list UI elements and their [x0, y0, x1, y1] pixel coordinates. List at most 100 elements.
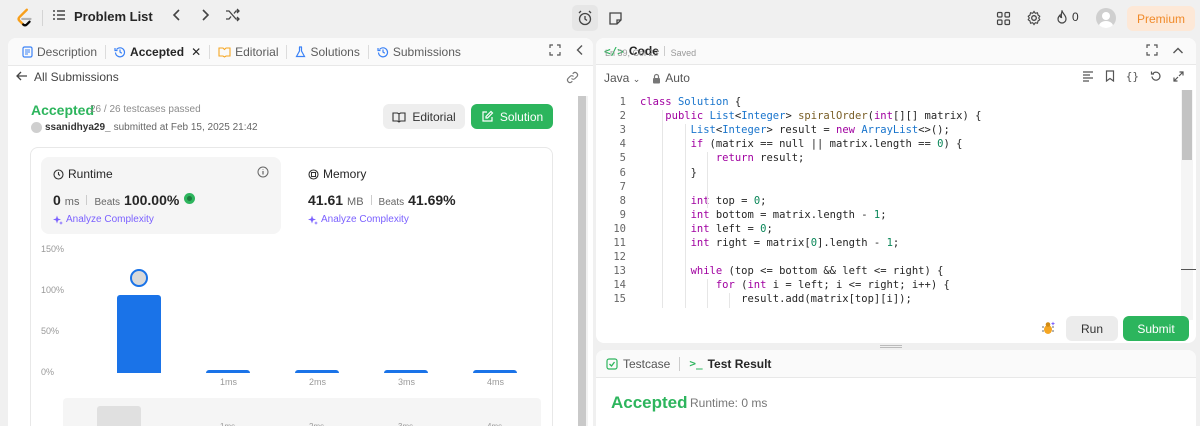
tab-test-result[interactable]: >_ Test Result: [689, 357, 771, 371]
saved-status: Saved: [670, 48, 697, 58]
code-line[interactable]: 1 class Solution {: [596, 96, 1181, 110]
tab-testcase[interactable]: Testcase: [606, 357, 670, 371]
code-line[interactable]: 6 }: [596, 167, 1181, 181]
code-line[interactable]: 3 List<Integer> result = new ArrayList<>…: [596, 124, 1181, 138]
y-tick-label: 150%: [41, 244, 65, 254]
tab-description[interactable]: Description: [16, 38, 103, 66]
debug-bug-icon[interactable]: [1040, 320, 1056, 336]
submitter-avatar[interactable]: [31, 122, 42, 133]
problem-list-nav: Problem List: [52, 8, 241, 25]
prev-problem-icon[interactable]: [171, 8, 183, 25]
all-submissions-link[interactable]: All Submissions: [16, 70, 119, 84]
shuffle-icon[interactable]: [225, 8, 241, 25]
code-text: class Solution {: [640, 96, 742, 108]
runtime-bar[interactable]: [117, 295, 161, 373]
document-icon: [22, 45, 33, 58]
editor-scrollbar-thumb[interactable]: [1182, 90, 1192, 160]
runtime-bar[interactable]: [295, 370, 339, 373]
runtime-stat[interactable]: Runtime 0 ms Beats 100.00% Analyze Compl…: [41, 157, 281, 234]
code-line[interactable]: 14 for (int i = left; i <= right; i++) {: [596, 279, 1181, 293]
tab-editorial[interactable]: Editorial: [212, 38, 284, 66]
code-panel: </> Code Java ⌄ Auto {} 1 class Solution…: [596, 38, 1196, 343]
fullscreen-icon[interactable]: [1173, 70, 1184, 85]
memory-label: Memory: [323, 167, 367, 181]
testcases-passed: 26 / 26 testcases passed: [90, 104, 201, 115]
code-line[interactable]: 5 return result;: [596, 152, 1181, 166]
list-icon[interactable]: [52, 8, 66, 25]
problem-list-link[interactable]: Problem List: [74, 9, 153, 24]
gear-icon: [1027, 10, 1041, 26]
line-number: 12: [613, 251, 626, 264]
terminal-icon: >_: [689, 357, 703, 370]
maximize-icon[interactable]: [549, 44, 561, 59]
next-problem-icon[interactable]: [199, 8, 211, 25]
note-icon: [608, 11, 622, 25]
user-avatar[interactable]: [1096, 8, 1116, 28]
stats-card: Runtime 0 ms Beats 100.00% Analyze Compl…: [30, 147, 553, 426]
code-line[interactable]: 11 int right = matrix[0].length - 1;: [596, 237, 1181, 251]
tab-submissions[interactable]: Submissions: [371, 38, 467, 66]
run-button[interactable]: Run: [1066, 316, 1118, 341]
bookmark-icon[interactable]: [1105, 70, 1115, 85]
tab-accepted[interactable]: Accepted ✕: [108, 38, 207, 66]
collapse-up-icon[interactable]: [1172, 44, 1184, 59]
analyze-complexity-memory[interactable]: Analyze Complexity: [308, 214, 409, 225]
maximize-icon[interactable]: [1146, 44, 1158, 59]
format-icon[interactable]: [1082, 70, 1094, 85]
range-selector-handle[interactable]: [97, 406, 141, 426]
your-submission-marker[interactable]: [130, 269, 148, 288]
submitted-time: submitted at Feb 15, 2025 21:42: [113, 122, 258, 133]
panel-resize-handle[interactable]: [880, 345, 902, 348]
code-text: int left = 0;: [690, 222, 773, 235]
memory-unit: MB: [347, 196, 364, 208]
runtime-label: Runtime: [68, 167, 113, 181]
code-line[interactable]: 2 public List<Integer> spiralOrder(int[]…: [596, 110, 1181, 124]
checkbox-icon: [606, 357, 618, 370]
auto-mode-toggle[interactable]: Auto: [652, 71, 690, 85]
solution-button[interactable]: Solution: [471, 104, 553, 129]
analyze-complexity-runtime[interactable]: Analyze Complexity: [53, 214, 154, 225]
streak-counter[interactable]: 0: [1056, 10, 1079, 24]
code-line[interactable]: 15 result.add(matrix[top][i]);: [596, 293, 1181, 307]
submitter-username[interactable]: ssanidhya29_: [45, 122, 111, 133]
runtime-value: 0: [53, 192, 61, 208]
tab-solutions[interactable]: Solutions: [289, 38, 365, 66]
braces-icon[interactable]: {}: [1126, 70, 1139, 85]
info-icon[interactable]: [257, 166, 269, 181]
code-editor[interactable]: 1 class Solution {2 public List<Integer> …: [596, 96, 1181, 308]
layout-button[interactable]: [993, 8, 1013, 28]
runtime-bar[interactable]: [473, 370, 517, 373]
submission-panel: Description Accepted ✕ Editorial Solutio…: [8, 38, 593, 426]
code-line[interactable]: 8 int top = 0;: [596, 195, 1181, 209]
submit-button[interactable]: Submit: [1123, 316, 1189, 341]
code-line[interactable]: 13 while (top <= bottom && left <= right…: [596, 265, 1181, 279]
code-line[interactable]: 9 int bottom = matrix.length - 1;: [596, 209, 1181, 223]
chip-icon: [308, 168, 319, 180]
timer-button[interactable]: [572, 5, 598, 31]
code-line[interactable]: 4 if (matrix == null || matrix.length ==…: [596, 138, 1181, 152]
premium-button[interactable]: Premium: [1127, 6, 1195, 31]
notes-button[interactable]: [602, 5, 628, 31]
reset-icon[interactable]: [1150, 70, 1162, 85]
x-tick-label: 1ms: [220, 377, 238, 387]
x-tick-label: 3ms: [398, 377, 416, 387]
collapse-panel-icon[interactable]: [575, 44, 585, 59]
editorial-button[interactable]: Editorial: [383, 104, 465, 129]
code-line[interactable]: 10 int left = 0;: [596, 223, 1181, 237]
memory-stat[interactable]: Memory 41.61 MB Beats 41.69% Analyze Com…: [296, 157, 536, 234]
history-icon: [114, 46, 126, 57]
top-bar: Problem List 0 Premium: [0, 0, 1200, 36]
leetcode-logo-icon[interactable]: [14, 7, 36, 29]
book-icon: [218, 46, 231, 58]
code-line[interactable]: 7: [596, 181, 1181, 195]
code-text: public List<Integer> spiralOrder(int[][]…: [665, 110, 982, 123]
settings-button[interactable]: [1024, 8, 1044, 28]
submitter-line: ssanidhya29_ submitted at Feb 15, 2025 2…: [31, 122, 258, 133]
close-tab-icon[interactable]: ✕: [191, 45, 201, 59]
runtime-bar[interactable]: [384, 370, 428, 373]
runtime-bar[interactable]: [206, 370, 250, 373]
code-line[interactable]: 12: [596, 251, 1181, 265]
share-link-icon[interactable]: [566, 71, 579, 87]
left-scrollbar-thumb[interactable]: [578, 96, 586, 426]
language-select[interactable]: Java ⌄: [604, 71, 640, 85]
